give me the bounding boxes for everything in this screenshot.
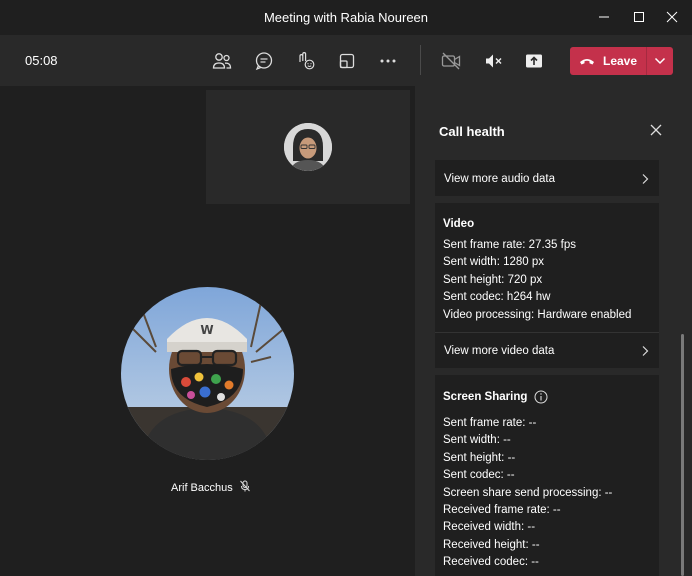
reactions-icon[interactable] xyxy=(293,48,319,74)
screen-sharing-card: Screen Sharing Sent frame rate: -- Sent … xyxy=(435,375,659,576)
participant-name: Arif Bacchus xyxy=(171,481,233,494)
participant-name-row: Arif Bacchus xyxy=(171,480,251,495)
video-heading: Video xyxy=(443,218,475,230)
panel-scrollbar[interactable] xyxy=(681,334,684,576)
leave-main-button[interactable]: Leave xyxy=(570,47,646,75)
panel-close-icon[interactable] xyxy=(648,122,664,138)
audio-card: View more audio data xyxy=(435,160,659,196)
screen-share-stat: Received height: -- xyxy=(443,539,540,551)
mic-muted-icon[interactable] xyxy=(480,48,506,74)
video-stat: Sent width: 1280 px xyxy=(443,256,545,268)
video-stat: Sent height: 720 px xyxy=(443,274,543,286)
video-link-label: View more video data xyxy=(444,344,555,357)
toolbar-divider xyxy=(420,45,421,75)
screen-sharing-heading: Screen Sharing xyxy=(443,391,528,403)
screen-share-stat: Received frame rate: -- xyxy=(443,504,561,516)
hang-up-icon xyxy=(579,59,594,65)
leave-label: Leave xyxy=(602,54,638,68)
more-icon[interactable] xyxy=(375,48,401,74)
video-stat: Video processing: Hardware enabled xyxy=(443,309,632,321)
video-stat: Sent codec: h264 hw xyxy=(443,291,551,303)
close-icon[interactable] xyxy=(661,6,683,28)
audio-link-label: View more audio data xyxy=(444,172,556,185)
minimize-icon[interactable] xyxy=(593,6,615,28)
screen-share-stat: Sent frame rate: -- xyxy=(443,417,537,429)
mic-off-icon xyxy=(239,480,251,495)
maximize-icon[interactable] xyxy=(628,6,650,28)
chevron-right-icon xyxy=(642,173,649,184)
view-video-data-link[interactable]: View more video data xyxy=(435,333,659,368)
video-stage: W Arif Bacchus xyxy=(0,86,415,576)
panel-title: Call health xyxy=(439,124,505,139)
participant-avatar: W xyxy=(121,287,294,460)
window-title: Meeting with Rabia Noureen xyxy=(263,10,429,25)
call-health-panel: Call health View more audio data Video S… xyxy=(415,86,692,576)
svg-text:W: W xyxy=(200,323,213,337)
chevron-right-icon xyxy=(642,345,649,356)
screen-share-stat: Received width: -- xyxy=(443,521,536,533)
people-icon[interactable] xyxy=(209,48,235,74)
screen-share-stat: Sent width: -- xyxy=(443,434,511,446)
rooms-icon[interactable] xyxy=(334,48,360,74)
share-icon[interactable] xyxy=(521,48,547,74)
self-avatar xyxy=(284,123,332,171)
screen-share-stat: Screen share send processing: -- xyxy=(443,487,613,499)
camera-off-icon[interactable] xyxy=(438,48,464,74)
meeting-toolbar: 05:08 Leave xyxy=(0,35,692,86)
meeting-timer: 05:08 xyxy=(25,53,58,68)
screen-share-stat: Sent codec: -- xyxy=(443,469,515,481)
video-card: Video Sent frame rate: 27.35 fps Sent wi… xyxy=(435,203,659,368)
info-icon[interactable] xyxy=(534,390,548,404)
leave-button[interactable]: Leave xyxy=(570,47,673,75)
chevron-down-icon[interactable] xyxy=(647,47,673,75)
view-audio-data-link[interactable]: View more audio data xyxy=(435,161,659,196)
screen-sharing-heading-row: Screen Sharing xyxy=(443,390,548,404)
self-video-tile[interactable] xyxy=(206,90,410,204)
screen-share-stat: Received codec: -- xyxy=(443,556,539,568)
title-bar: Meeting with Rabia Noureen xyxy=(0,0,692,35)
screen-share-stat: Sent height: -- xyxy=(443,452,516,464)
video-stat: Sent frame rate: 27.35 fps xyxy=(443,239,576,251)
chat-icon[interactable] xyxy=(251,48,277,74)
